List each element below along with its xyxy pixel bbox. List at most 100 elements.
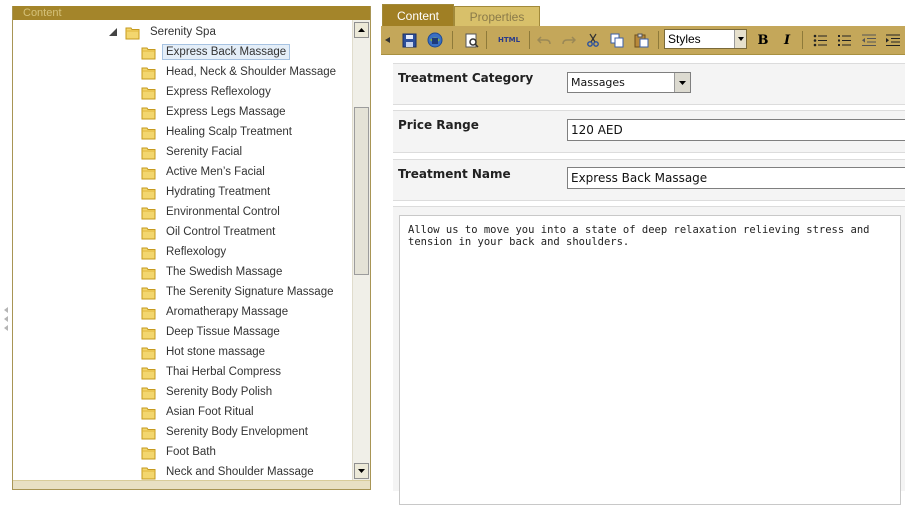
tree-item[interactable]: The Serenity Signature Massage — [141, 282, 337, 302]
tree-item[interactable]: Serenity Body Envelopment — [141, 422, 312, 442]
indent-icon — [886, 34, 900, 46]
folder-icon — [141, 87, 156, 99]
dropdown-arrow-icon — [734, 30, 746, 48]
content-tree-panel: Content Serenity Spa Express Back Massag… — [12, 6, 371, 490]
tree-item[interactable]: Reflexology — [141, 242, 230, 262]
tree-item[interactable]: Oil Control Treatment — [141, 222, 279, 242]
toolbar-collapse-button[interactable] — [382, 30, 392, 50]
tree-item-label: The Serenity Signature Massage — [166, 286, 334, 298]
folder-icon — [141, 147, 156, 159]
editor-toolbar: HTML Styles B I — [381, 26, 905, 55]
tree-item[interactable]: Foot Bath — [141, 442, 220, 462]
folder-icon — [141, 187, 156, 199]
bold-icon: B — [757, 32, 769, 48]
collapse-arrow-icon[interactable] — [109, 28, 117, 36]
save-icon — [402, 33, 416, 47]
tree-item[interactable]: Serenity Facial — [141, 142, 246, 162]
tree-item[interactable]: Aromatherapy Massage — [141, 302, 292, 322]
html-source-button[interactable]: HTML — [495, 30, 523, 50]
copy-icon — [610, 33, 623, 47]
styles-dropdown[interactable]: Styles — [664, 29, 747, 49]
tree-item[interactable]: Asian Foot Ritual — [141, 402, 258, 422]
toolbar-separator — [486, 31, 487, 49]
folder-icon — [141, 127, 156, 139]
tree-item[interactable]: Express Reflexology — [141, 82, 275, 102]
tree-item[interactable]: Active Men’s Facial — [141, 162, 269, 182]
outdent-button[interactable] — [859, 30, 879, 50]
preview-button[interactable] — [461, 30, 481, 50]
tree-item-label: Serenity Facial — [166, 146, 243, 158]
treatment-name-input[interactable]: Express Back Massage — [567, 167, 905, 189]
treatment-category-label: Treatment Category — [398, 71, 534, 85]
folder-icon — [141, 427, 156, 439]
toolbar-separator — [452, 31, 453, 49]
save-and-publish-button[interactable] — [425, 30, 445, 50]
toolbar-separator — [529, 31, 530, 49]
paste-icon — [634, 33, 648, 47]
tree-item-label: Head, Neck & Shoulder Massage — [166, 66, 337, 78]
scroll-down-button[interactable] — [354, 463, 369, 479]
copy-button[interactable] — [607, 30, 627, 50]
treatment-category-select[interactable]: Massages — [567, 72, 691, 93]
indent-button[interactable] — [883, 30, 903, 50]
tree-node-serenity-spa[interactable]: Serenity Spa — [109, 22, 220, 42]
folder-icon — [141, 247, 156, 259]
tree-item-label: Express Back Massage — [162, 44, 291, 60]
tab-properties[interactable]: Properties — [454, 6, 540, 26]
redo-icon — [562, 36, 576, 45]
tree-item-label: Express Legs Massage — [166, 106, 286, 118]
treatment-name-row: Treatment Name Express Back Massage — [393, 159, 905, 201]
folder-icon — [141, 47, 156, 59]
tree-item[interactable]: Serenity Body Polish — [141, 382, 276, 402]
folder-icon — [141, 367, 156, 379]
tree-item-label: Aromatherapy Massage — [166, 306, 289, 318]
tree-item[interactable]: Neck and Shoulder Massage — [141, 462, 318, 481]
paste-button[interactable] — [631, 30, 651, 50]
description-editor-frame: Allow us to move you into a state of dee… — [393, 206, 905, 505]
save-button[interactable] — [399, 30, 419, 50]
tree-scrollbar[interactable] — [352, 20, 370, 481]
bulleted-list-button[interactable] — [810, 30, 830, 50]
tree-item-label: Serenity Body Envelopment — [166, 426, 308, 438]
save-publish-icon — [427, 32, 443, 48]
tree-item[interactable]: The Swedish Massage — [141, 262, 286, 282]
undo-button[interactable] — [534, 30, 554, 50]
bold-button[interactable]: B — [753, 30, 773, 50]
folder-icon — [141, 107, 156, 119]
tree-item[interactable]: Hydrating Treatment — [141, 182, 274, 202]
tree-item-label: Active Men’s Facial — [166, 166, 265, 178]
folder-icon — [141, 387, 156, 399]
tree-item-label: Neck and Shoulder Massage — [166, 466, 314, 478]
redo-button[interactable] — [559, 30, 579, 50]
tree-item-label: Environmental Control — [166, 206, 280, 218]
tree-item-label: Asian Foot Ritual — [166, 406, 254, 418]
panel-splitter-handle[interactable] — [2, 305, 10, 335]
tree-item[interactable]: Express Back Massage — [141, 42, 291, 62]
tree-item[interactable]: Hot stone massage — [141, 342, 269, 362]
folder-icon — [125, 27, 140, 39]
folder-icon — [141, 227, 156, 239]
italic-button[interactable]: I — [777, 30, 797, 50]
numbered-list-button[interactable] — [834, 30, 854, 50]
tree-item-label: Serenity Body Polish — [166, 386, 273, 398]
tree-item-label: Oil Control Treatment — [166, 226, 276, 238]
cut-button[interactable] — [583, 30, 603, 50]
tree-item-label: Express Reflexology — [166, 86, 271, 98]
toolbar-separator — [658, 31, 659, 49]
description-editor[interactable]: Allow us to move you into a state of dee… — [399, 215, 901, 505]
tab-content[interactable]: Content — [382, 4, 454, 26]
price-range-input[interactable]: 120 AED — [567, 119, 905, 141]
tree-item[interactable]: Deep Tissue Massage — [141, 322, 284, 342]
tree-item[interactable]: Healing Scalp Treatment — [141, 122, 296, 142]
tree-item[interactable]: Environmental Control — [141, 202, 284, 222]
folder-icon — [141, 287, 156, 299]
tree-item[interactable]: Head, Neck & Shoulder Massage — [141, 62, 340, 82]
numbered-list-icon — [838, 34, 851, 46]
scroll-up-button[interactable] — [354, 22, 369, 38]
tree-item[interactable]: Express Legs Massage — [141, 102, 290, 122]
tree-item-label: Deep Tissue Massage — [166, 326, 280, 338]
bullet-list-icon — [813, 34, 827, 46]
cut-icon — [587, 33, 599, 47]
tree-item[interactable]: Thai Herbal Compress — [141, 362, 285, 382]
scroll-thumb[interactable] — [354, 107, 369, 275]
